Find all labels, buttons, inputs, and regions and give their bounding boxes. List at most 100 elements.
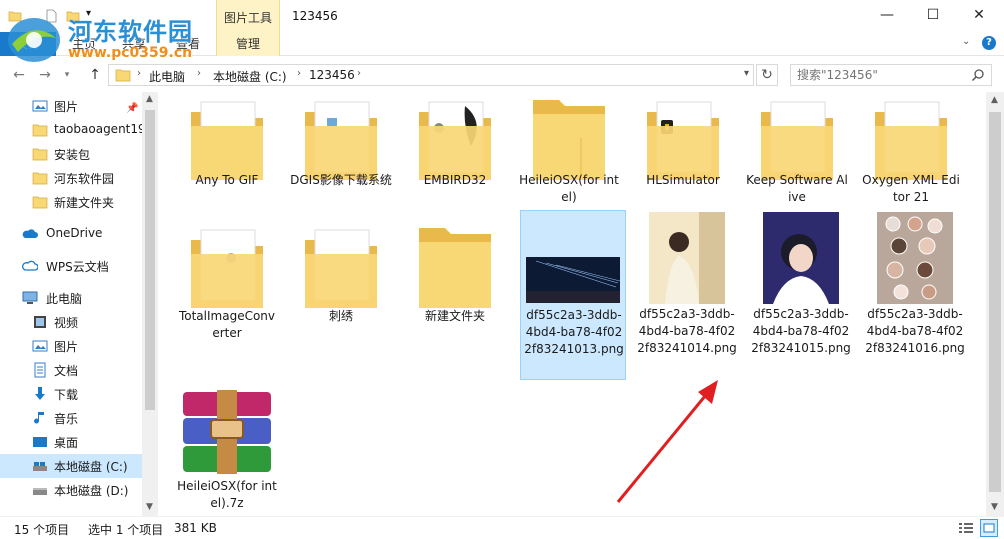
large-icons-view-icon [983,523,995,533]
large-icons-view-button[interactable] [980,519,998,537]
nav-item-label: 此电脑 [46,292,83,306]
image-file-item[interactable]: df55c2a3-3ddb-4bd4-ba78-4f022f83241013.p… [520,210,626,380]
breadcrumb-separator-icon[interactable]: › [197,68,201,79]
nav-item-this-pc[interactable]: 此电脑 [0,286,142,310]
folder-icon [305,229,377,308]
scrollbar-thumb[interactable] [989,112,1001,492]
pin-icon[interactable]: 📌 [126,103,138,114]
search-icon[interactable] [971,68,985,82]
help-icon[interactable]: ? [982,36,996,50]
pictures-icon [32,100,48,112]
properties-icon[interactable] [44,9,58,23]
tab-manage[interactable]: 管理 [216,32,280,56]
nav-item-onedrive[interactable]: OneDrive [0,222,142,246]
scroll-down-icon[interactable]: ▼ [991,502,998,512]
up-arrow-icon[interactable]: ↑ [86,66,104,84]
folder-item[interactable]: 刺绣 [288,214,394,334]
scroll-up-icon[interactable]: ▲ [146,94,153,104]
scroll-down-icon[interactable]: ▼ [146,502,153,512]
scroll-up-icon[interactable]: ▲ [991,95,998,105]
nav-item-hedong[interactable]: 河东软件园 [0,166,142,190]
folder-icon [115,69,131,82]
title-bar: ▾ 图片工具 123456 — ☐ ✕ [0,0,1004,32]
folder-item[interactable]: 新建文件夹 [402,214,508,334]
file-name: Oxygen XML Editor 21 [862,173,960,204]
nav-item-documents[interactable]: 文档 [0,358,142,382]
address-dropdown-icon[interactable]: ▾ [744,68,749,79]
search-input[interactable] [797,65,967,85]
folder-icon[interactable] [8,9,22,23]
back-arrow-icon[interactable]: ← [10,66,28,84]
nav-item-videos[interactable]: 视频 [0,310,142,334]
nav-item-wps-cloud[interactable]: WPS云文档 [0,254,142,278]
nav-item-label: 视频 [54,316,79,330]
recent-locations-chevron-icon[interactable]: ▾ [58,66,76,84]
file-name: Any To GIF [195,173,259,187]
folder-icon [32,172,48,185]
nav-item-installers[interactable]: 安装包 [0,142,142,166]
breadcrumb-current-folder[interactable]: 123456 [309,68,355,82]
image-file-item[interactable]: df55c2a3-3ddb-4bd4-ba78-4f022f83241016.p… [862,210,968,380]
tab-share[interactable]: 共享 [116,32,152,56]
nav-item-pictures[interactable]: 图片 [0,334,142,358]
nav-item-drive-c[interactable]: 本地磁盘 (C:) [0,454,142,478]
folder-item[interactable]: TotalImageConverter [174,214,280,340]
image-file-item[interactable]: df55c2a3-3ddb-4bd4-ba78-4f022f83241014.p… [634,210,740,380]
nav-item-taobaoagent[interactable]: taobaoagent19 [0,118,142,142]
folder-item[interactable]: DGIS影像下载系统 [288,92,394,210]
breadcrumb-separator-icon[interactable]: › [357,68,361,79]
search-box[interactable] [790,64,992,86]
nav-item-desktop[interactable]: 桌面 [0,430,142,454]
folder-item[interactable]: Any To GIF [174,92,280,210]
new-folder-icon[interactable] [66,9,80,23]
navigation-scrollbar[interactable]: ▲ ▼ [142,92,158,516]
onedrive-icon [22,229,38,238]
address-bar[interactable]: › 此电脑 › 本地磁盘 (C:) › 123456 › ▾ [108,64,754,86]
tab-file[interactable]: 文件 [0,32,56,56]
refresh-button[interactable]: ↻ [756,64,778,86]
nav-item-drive-d[interactable]: 本地磁盘 (D:) [0,478,142,502]
nav-item-label: 图片 [54,340,79,354]
nav-item-new-folder[interactable]: 新建文件夹 [0,190,142,214]
winrar-archive-icon [183,390,271,474]
context-tab-label: 图片工具 [223,11,272,25]
folder-icon [32,124,48,137]
folder-item[interactable]: Oxygen XML Editor 21 [858,92,964,210]
folder-item[interactable]: HLSimulator [630,92,736,210]
folder-icon [32,196,48,209]
folder-item[interactable]: EMBIRD32 [402,92,508,210]
forward-arrow-icon[interactable]: → [36,66,54,84]
file-name: TotalImageConverter [178,309,276,340]
scrollbar-thumb[interactable] [145,110,155,410]
folder-icon [419,228,491,308]
breadcrumb-this-pc[interactable]: 此电脑 [149,68,185,85]
window-title: 123456 [292,9,338,23]
folder-item[interactable]: Keep Software Alive [744,92,850,210]
tab-view[interactable]: 查看 [170,32,206,56]
nav-item-downloads[interactable]: 下载 [0,382,142,406]
expand-ribbon-icon[interactable]: ⌄ [962,36,970,47]
folder-item[interactable]: HeileiOSX(for intel) [516,92,622,210]
file-list-scrollbar[interactable]: ▲ ▼ [986,92,1004,516]
minimize-button[interactable]: — [864,0,910,32]
item-count: 15 个项目 [14,523,70,537]
maximize-button[interactable]: ☐ [910,0,956,32]
details-view-icon[interactable] [958,521,974,535]
close-button[interactable]: ✕ [956,0,1002,32]
archive-file-item[interactable]: HeileiOSX(for intel).7z [174,386,280,512]
breadcrumb-separator-icon[interactable]: › [297,68,301,79]
breadcrumb-drive-c[interactable]: 本地磁盘 (C:) [213,68,287,85]
videos-icon [34,316,46,328]
tab-home[interactable]: 主页 [66,32,102,56]
image-file-item[interactable]: df55c2a3-3ddb-4bd4-ba78-4f022f83241015.p… [748,210,854,380]
wps-cloud-icon [22,260,38,271]
nav-item-pictures-quick[interactable]: 图片 📌 [0,94,142,118]
nav-item-label: taobaoagent19 [54,122,142,136]
nav-item-music[interactable]: 音乐 [0,406,142,430]
quick-access-dropdown-icon[interactable]: ▾ [86,8,100,22]
breadcrumb-separator-icon[interactable]: › [137,68,141,79]
music-icon [34,412,44,424]
nav-item-label: 下载 [54,388,79,402]
picture-tools-context-header: 图片工具 [216,0,280,32]
selection-size: 381 KB [174,521,217,535]
